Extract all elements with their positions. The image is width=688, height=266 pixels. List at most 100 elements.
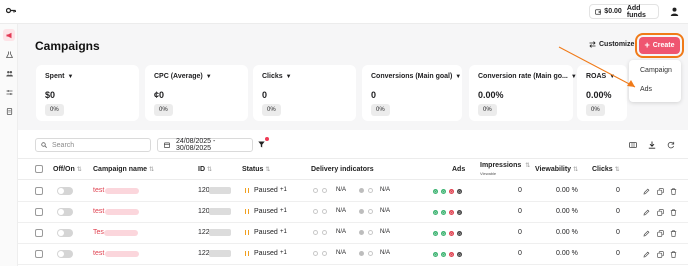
redacted-id <box>209 208 231 215</box>
menu-item-ads[interactable]: Ads <box>640 86 652 93</box>
delete-icon[interactable] <box>670 188 677 195</box>
key-logo-icon[interactable] <box>6 7 16 14</box>
wallet-widget[interactable]: $0.00 Add funds <box>589 4 659 19</box>
viewability-value: 0.00 % <box>556 208 578 215</box>
delivery-indicator-icon <box>313 251 318 256</box>
status-more-badge[interactable]: +1 <box>280 229 287 235</box>
ads-count-badge: 0 <box>457 252 462 257</box>
column-header-offon[interactable]: Off/On ⇅ <box>53 166 82 173</box>
delivery-indicator-icon <box>313 230 318 235</box>
column-header-id[interactable]: ID ⇅ <box>198 166 212 173</box>
refresh-icon[interactable] <box>667 141 675 149</box>
kpi-card-cpc[interactable]: CPC (Average) ▼ ¢0 0% <box>145 65 248 121</box>
sort-icon: ⇅ <box>573 167 579 173</box>
duplicate-icon[interactable] <box>657 188 664 195</box>
ads-count-badge: 0 <box>441 231 446 236</box>
delete-icon[interactable] <box>670 209 677 216</box>
kpi-value: ¢0 <box>154 90 165 100</box>
row-toggle[interactable] <box>57 187 73 195</box>
sidebar-item-campaigns[interactable] <box>3 29 15 41</box>
row-toggle[interactable] <box>57 229 73 237</box>
column-header-status[interactable]: Status ⇅ <box>242 166 270 173</box>
edit-icon[interactable] <box>643 188 650 195</box>
row-toggle[interactable] <box>57 208 73 216</box>
row-toggle[interactable] <box>57 250 73 258</box>
kpi-label: CPC (Average) ▼ <box>154 73 212 80</box>
row-checkbox[interactable] <box>35 250 43 258</box>
sort-icon: ⇅ <box>207 167 213 173</box>
sort-icon: ⇅ <box>614 167 620 173</box>
status-more-badge[interactable]: +1 <box>280 187 287 193</box>
sliders-icon <box>6 89 12 95</box>
ads-count-badge: 0 <box>449 189 454 194</box>
kpi-card-conversion-rate[interactable]: Conversion rate (Main go... ▼ 0.00% 0% <box>469 65 577 121</box>
date-range-picker[interactable]: 24/08/2025 - 30/08/2025 <box>157 138 253 152</box>
row-checkbox[interactable] <box>35 187 43 195</box>
column-header-campaign-name[interactable]: Campaign name ⇅ <box>93 166 154 173</box>
redacted-id <box>209 187 231 194</box>
delivery-indicator-icon <box>359 209 364 214</box>
delivery-indicator-icon <box>322 209 327 214</box>
delivery-indicator-icon <box>368 251 373 256</box>
search-input[interactable]: Search <box>35 138 151 152</box>
campaign-name-link[interactable]: test <box>93 187 104 194</box>
pause-icon <box>245 251 249 256</box>
kpi-card-clicks[interactable]: Clicks ▼ 0 0% <box>253 65 356 121</box>
campaign-name-link[interactable]: test <box>93 250 104 257</box>
ads-count-badge: 0 <box>457 189 462 194</box>
campaign-name-link[interactable]: test <box>93 208 104 215</box>
delivery-indicator-value: N/A <box>380 250 391 256</box>
clicks-value: 0 <box>616 250 620 257</box>
column-header-viewability[interactable]: Viewability ⇅ <box>535 166 578 173</box>
status-text: Paused <box>254 187 278 194</box>
select-all-checkbox[interactable] <box>35 165 43 173</box>
kpi-card-roas[interactable]: ROAS ▼ 0.00% 0% <box>577 65 627 121</box>
column-header-clicks[interactable]: Clicks ⇅ <box>592 166 620 173</box>
kpi-label: ROAS ▼ <box>586 73 616 80</box>
delete-icon[interactable] <box>670 251 677 258</box>
customize-button[interactable]: Customize <box>589 41 634 48</box>
balance-amount: $0.00 <box>604 8 622 15</box>
edit-icon[interactable] <box>643 209 650 216</box>
download-icon[interactable] <box>648 141 656 149</box>
duplicate-icon[interactable] <box>657 251 664 258</box>
edit-icon[interactable] <box>643 251 650 258</box>
duplicate-icon[interactable] <box>657 230 664 237</box>
sort-icon: ⇅ <box>265 167 271 173</box>
delivery-indicator-value: N/A <box>336 187 347 193</box>
kpi-value: $0 <box>45 90 56 100</box>
columns-icon[interactable] <box>629 141 637 149</box>
swap-icon <box>589 41 596 48</box>
kpi-card-spent[interactable]: Spent ▼ $0 0% <box>36 65 139 121</box>
filter-icon[interactable] <box>258 141 265 148</box>
add-funds-button[interactable]: Add funds <box>627 5 658 19</box>
delivery-indicator-value: N/A <box>380 208 391 214</box>
duplicate-icon[interactable] <box>657 209 664 216</box>
sort-icon: ⇅ <box>525 163 531 169</box>
kpi-card-conversions[interactable]: Conversions (Main goal) ▼ 0 0% <box>362 65 462 121</box>
create-button[interactable]: + Create <box>639 37 680 54</box>
delivery-indicator-icon <box>322 251 327 256</box>
redacted-name <box>105 209 139 215</box>
sidebar-item-audiences[interactable] <box>3 67 15 79</box>
status-more-badge[interactable]: +1 <box>280 208 287 214</box>
status-more-badge[interactable]: +1 <box>280 250 287 256</box>
campaign-id: 120 <box>198 208 210 215</box>
sidebar-item-experiments[interactable] <box>3 48 15 60</box>
kpi-value: 0 <box>262 90 268 100</box>
column-header-impressions[interactable]: Impressions ⇅ <box>480 162 530 169</box>
menu-item-campaign[interactable]: Campaign <box>640 67 672 74</box>
user-icon[interactable] <box>670 7 679 16</box>
clicks-value: 0 <box>616 208 620 215</box>
sidebar-item-settings[interactable] <box>3 86 15 98</box>
row-checkbox[interactable] <box>35 229 43 237</box>
campaign-id: 120 <box>198 187 210 194</box>
kpi-change: 0% <box>586 104 605 116</box>
delivery-indicator-icon <box>359 230 364 235</box>
sidebar-item-reports[interactable] <box>3 105 15 117</box>
campaign-name-link[interactable]: Tes <box>93 229 104 236</box>
kpi-label: Clicks ▼ <box>262 73 292 80</box>
edit-icon[interactable] <box>643 230 650 237</box>
row-checkbox[interactable] <box>35 208 43 216</box>
delete-icon[interactable] <box>670 230 677 237</box>
